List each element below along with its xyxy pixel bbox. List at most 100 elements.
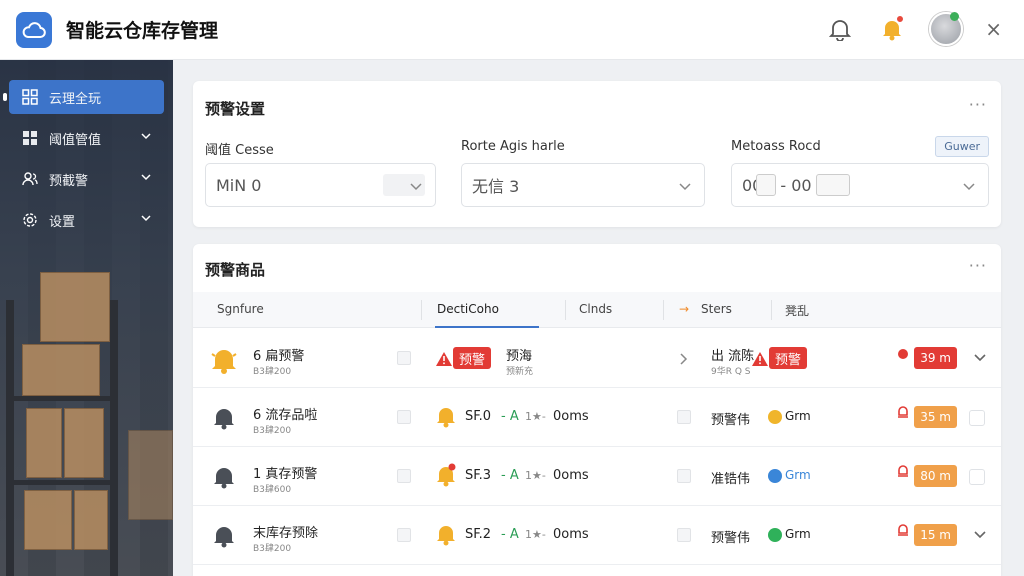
tab-extra[interactable]: 凳乱 (785, 302, 809, 319)
sidebar-item-overview[interactable]: 云理全玩 (3, 80, 164, 114)
bell-icon (435, 522, 457, 550)
item-code: B3肆200 (253, 544, 292, 554)
threshold-select[interactable]: MiN 0 (205, 163, 436, 207)
bell-icon (211, 464, 237, 494)
tab-signature[interactable]: Sgnfure (217, 302, 264, 316)
grid-icon (21, 88, 39, 106)
chevron-down-icon[interactable] (973, 526, 987, 545)
card-title: 预警设置 (205, 100, 266, 118)
sidebar-item-label: 阈值管值 (49, 132, 102, 148)
item-status: 预警伟 (711, 531, 751, 546)
close-icon[interactable]: × (985, 17, 1002, 41)
status-dot (768, 410, 782, 424)
row-checkbox[interactable] (397, 410, 411, 424)
chevron-down-icon (678, 178, 692, 197)
time-end-value[interactable]: - 00 (780, 176, 811, 195)
time-badge: 35 m (914, 406, 957, 428)
chevron-down-icon (140, 130, 152, 146)
item-metric: SF.3 (465, 468, 492, 483)
card-title: 预警商品 (205, 261, 266, 279)
time-badge: 39 m (914, 347, 957, 369)
app-header: 智能云仓库存管理 × (0, 0, 1024, 60)
row-checkbox[interactable] (677, 410, 691, 424)
alarm-icon (897, 463, 909, 482)
item-metric: SF.2 (465, 527, 492, 542)
time-start-box[interactable] (756, 174, 777, 196)
row-checkbox[interactable] (397, 528, 411, 542)
item-note-sub: 预新充 (506, 367, 534, 377)
item-status: 准锆伟 (711, 472, 751, 487)
users-icon (21, 170, 39, 188)
item-code: B3肆200 (253, 426, 292, 436)
item-code: B3肆200 (253, 367, 292, 377)
alert-settings-card: 预警设置 ··· 阈值 Cesse MiN 0 Rorte Agis harle… (193, 81, 1001, 227)
item-title: 6 流存品啦 (253, 408, 318, 423)
sidebar: 云理全玩 阈值管值 预截警 设置 (0, 60, 173, 576)
item-code: B3肆600 (253, 485, 292, 495)
bell-icon[interactable] (825, 14, 855, 44)
chevron-down-icon[interactable] (973, 349, 987, 368)
table-tabs: Sgnfure DectiCoho Clnds → Sters 凳乱 (193, 292, 1001, 328)
active-tab-underline (435, 326, 539, 328)
gear-icon (21, 211, 39, 229)
chevron-down-icon (140, 171, 152, 187)
rule-select[interactable]: 无信 3 (461, 163, 705, 207)
sidebar-item-label: 预截警 (49, 173, 89, 189)
bell-alert-icon[interactable] (877, 14, 907, 44)
more-icon[interactable]: ··· (969, 95, 987, 114)
row-checkbox[interactable] (397, 351, 411, 365)
time-badge: 15 m (914, 524, 957, 546)
item-title: 末库存预除 (253, 526, 319, 541)
small-action-button[interactable]: Guwer (935, 136, 989, 157)
trend-indicator: - A (501, 409, 519, 424)
status-suffix: Grm (785, 409, 811, 423)
field-label: Rorte Agis harle (461, 139, 565, 154)
row-checkbox[interactable] (677, 528, 691, 542)
alarm-icon (897, 404, 909, 423)
trend-rating: 1★- (525, 528, 546, 541)
tab-clnds[interactable]: Clnds (579, 302, 612, 316)
item-location: 出 流陈 (711, 349, 755, 364)
sidebar-item-settings[interactable]: 设置 (9, 203, 164, 237)
status-suffix: Grm (785, 527, 811, 541)
table-row[interactable]: 末库存预除 B3肆200 SF.2 - A 1★- 0oms 预警伟 Grm 1… (193, 506, 1001, 565)
time-end-box[interactable] (815, 174, 850, 196)
table-row[interactable]: 1 真存预警 B3肆600 SF.3 - A 1★- 0oms 准锆伟 Grm … (193, 447, 1001, 506)
field-label: Metoass Rocd (731, 139, 821, 154)
sidebar-item-threshold[interactable]: 阈值管值 (9, 121, 164, 155)
arrow-right-icon: → (679, 302, 690, 316)
status-suffix: Grm (785, 468, 811, 482)
cloud-icon[interactable] (16, 11, 52, 48)
item-status: 预警伟 (711, 413, 751, 428)
chevron-down-icon (962, 178, 976, 197)
row-checkbox[interactable] (397, 469, 411, 483)
more-icon[interactable]: ··· (969, 256, 987, 275)
table-row[interactable]: 6 扁预警 B3肆200 预警 预海 预新充 出 流陈 9华R Q S 预警 3… (193, 329, 1001, 388)
item-metric: SF.0 (465, 409, 492, 424)
bell-icon (211, 523, 237, 553)
table-row[interactable]: 6 流存品啦 B3肆200 SF.0 - A 1★- 0oms 预警伟 Grm … (193, 388, 1001, 447)
time-badge: 80 m (914, 465, 957, 487)
field-label: 阈值 Cesse (205, 143, 274, 158)
sidebar-item-alerts[interactable]: 预截警 (9, 162, 164, 196)
alert-badge: 预警 (453, 347, 492, 369)
row-checkbox[interactable] (969, 410, 985, 426)
row-checkbox[interactable] (969, 469, 985, 485)
tab-detail[interactable]: DectiCoho (437, 302, 499, 316)
status-dot (768, 528, 782, 542)
active-indicator (3, 93, 7, 101)
row-checkbox[interactable] (677, 469, 691, 483)
avatar[interactable] (929, 12, 964, 46)
chevron-down-icon (409, 178, 423, 197)
warning-icon (435, 351, 453, 371)
chevron-right-icon[interactable] (679, 351, 689, 370)
item-location-sub: 9华R Q S (711, 367, 751, 377)
sidebar-item-label: 云理全玩 (49, 91, 102, 107)
item-latency: 0oms (553, 468, 589, 483)
warehouse-background (0, 272, 173, 576)
status-dot (768, 469, 782, 483)
tab-sters[interactable]: Sters (701, 302, 732, 316)
field-value: 无信 3 (472, 177, 520, 196)
time-range-select[interactable]: 00 - 00 (731, 163, 989, 207)
sidebar-item-label: 设置 (49, 214, 76, 230)
